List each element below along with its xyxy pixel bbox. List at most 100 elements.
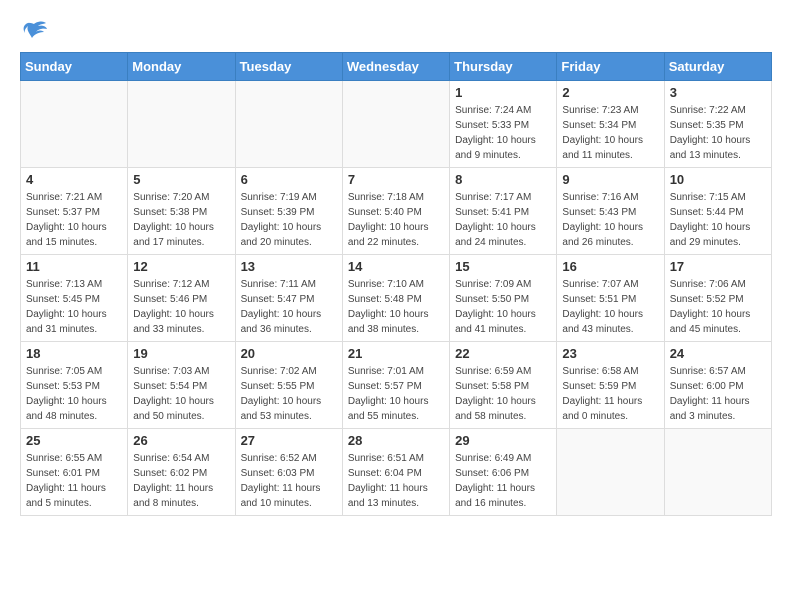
day-number: 27	[241, 433, 337, 448]
day-info: Sunrise: 6:58 AM Sunset: 5:59 PM Dayligh…	[562, 364, 658, 424]
calendar-cell	[128, 81, 235, 168]
day-number: 18	[26, 346, 122, 361]
day-number: 7	[348, 172, 444, 187]
day-number: 2	[562, 85, 658, 100]
calendar-header-sunday: Sunday	[21, 53, 128, 81]
day-info: Sunrise: 7:17 AM Sunset: 5:41 PM Dayligh…	[455, 190, 551, 250]
logo	[20, 20, 52, 42]
day-number: 15	[455, 259, 551, 274]
day-info: Sunrise: 7:03 AM Sunset: 5:54 PM Dayligh…	[133, 364, 229, 424]
day-number: 29	[455, 433, 551, 448]
calendar-cell: 3 Sunrise: 7:22 AM Sunset: 5:35 PM Daylig…	[664, 81, 771, 168]
calendar-week-2: 4Sunrise: 7:21 AM Sunset: 5:37 PM Daylig…	[21, 168, 772, 255]
calendar-header-wednesday: Wednesday	[342, 53, 449, 81]
day-number: 8	[455, 172, 551, 187]
calendar-cell: 25 Sunrise: 6:55 AM Sunset: 6:01 PM Dayli…	[21, 429, 128, 516]
day-number: 14	[348, 259, 444, 274]
calendar-header-monday: Monday	[128, 53, 235, 81]
calendar-header-saturday: Saturday	[664, 53, 771, 81]
day-info: Sunrise: 7:22 AM Sunset: 5:35 PM Dayligh…	[670, 103, 766, 163]
calendar-cell	[21, 81, 128, 168]
calendar-week-5: 25 Sunrise: 6:55 AM Sunset: 6:01 PM Dayli…	[21, 429, 772, 516]
day-info: Sunrise: 6:52 AM Sunset: 6:03 PM Dayligh…	[241, 451, 337, 511]
day-number: 12	[133, 259, 229, 274]
day-info: Sunrise: 6:57 AM Sunset: 6:00 PM Dayligh…	[670, 364, 766, 424]
logo-bird-icon	[20, 20, 48, 42]
day-info: Sunrise: 7:23 AM Sunset: 5:34 PM Dayligh…	[562, 103, 658, 163]
day-number: 19	[133, 346, 229, 361]
calendar-cell: 4Sunrise: 7:21 AM Sunset: 5:37 PM Daylig…	[21, 168, 128, 255]
day-number: 22	[455, 346, 551, 361]
calendar-cell	[342, 81, 449, 168]
calendar-cell: 27 Sunrise: 6:52 AM Sunset: 6:03 PM Dayli…	[235, 429, 342, 516]
calendar-cell: 26 Sunrise: 6:54 AM Sunset: 6:02 PM Dayli…	[128, 429, 235, 516]
header	[20, 20, 772, 42]
calendar-cell	[664, 429, 771, 516]
day-info: Sunrise: 7:09 AM Sunset: 5:50 PM Dayligh…	[455, 277, 551, 337]
calendar-cell: 6 Sunrise: 7:19 AM Sunset: 5:39 PM Daylig…	[235, 168, 342, 255]
day-info: Sunrise: 7:06 AM Sunset: 5:52 PM Dayligh…	[670, 277, 766, 337]
calendar-cell: 11 Sunrise: 7:13 AM Sunset: 5:45 PM Dayli…	[21, 255, 128, 342]
day-number: 4	[26, 172, 122, 187]
day-info: Sunrise: 7:15 AM Sunset: 5:44 PM Dayligh…	[670, 190, 766, 250]
calendar-cell: 16 Sunrise: 7:07 AM Sunset: 5:51 PM Dayli…	[557, 255, 664, 342]
day-number: 26	[133, 433, 229, 448]
calendar-cell: 10 Sunrise: 7:15 AM Sunset: 5:44 PM Dayli…	[664, 168, 771, 255]
day-info: Sunrise: 6:54 AM Sunset: 6:02 PM Dayligh…	[133, 451, 229, 511]
day-info: Sunrise: 7:19 AM Sunset: 5:39 PM Dayligh…	[241, 190, 337, 250]
calendar-cell: 20 Sunrise: 7:02 AM Sunset: 5:55 PM Dayli…	[235, 342, 342, 429]
calendar-week-1: 1Sunrise: 7:24 AM Sunset: 5:33 PM Daylig…	[21, 81, 772, 168]
calendar-week-4: 18 Sunrise: 7:05 AM Sunset: 5:53 PM Dayli…	[21, 342, 772, 429]
calendar-header-row: SundayMondayTuesdayWednesdayThursdayFrid…	[21, 53, 772, 81]
calendar-cell: 14 Sunrise: 7:10 AM Sunset: 5:48 PM Dayli…	[342, 255, 449, 342]
day-info: Sunrise: 7:18 AM Sunset: 5:40 PM Dayligh…	[348, 190, 444, 250]
calendar-table: SundayMondayTuesdayWednesdayThursdayFrid…	[20, 52, 772, 516]
day-number: 25	[26, 433, 122, 448]
day-info: Sunrise: 6:49 AM Sunset: 6:06 PM Dayligh…	[455, 451, 551, 511]
day-info: Sunrise: 7:05 AM Sunset: 5:53 PM Dayligh…	[26, 364, 122, 424]
day-number: 5	[133, 172, 229, 187]
calendar-cell: 22 Sunrise: 6:59 AM Sunset: 5:58 PM Dayli…	[450, 342, 557, 429]
day-number: 17	[670, 259, 766, 274]
calendar-cell: 15 Sunrise: 7:09 AM Sunset: 5:50 PM Dayli…	[450, 255, 557, 342]
day-number: 20	[241, 346, 337, 361]
day-number: 3	[670, 85, 766, 100]
calendar-header-tuesday: Tuesday	[235, 53, 342, 81]
day-info: Sunrise: 7:11 AM Sunset: 5:47 PM Dayligh…	[241, 277, 337, 337]
day-info: Sunrise: 7:10 AM Sunset: 5:48 PM Dayligh…	[348, 277, 444, 337]
day-info: Sunrise: 7:12 AM Sunset: 5:46 PM Dayligh…	[133, 277, 229, 337]
day-number: 16	[562, 259, 658, 274]
day-number: 9	[562, 172, 658, 187]
day-info: Sunrise: 7:02 AM Sunset: 5:55 PM Dayligh…	[241, 364, 337, 424]
calendar-body: 1Sunrise: 7:24 AM Sunset: 5:33 PM Daylig…	[21, 81, 772, 516]
calendar-cell: 24Sunrise: 6:57 AM Sunset: 6:00 PM Dayli…	[664, 342, 771, 429]
day-number: 10	[670, 172, 766, 187]
day-info: Sunrise: 7:20 AM Sunset: 5:38 PM Dayligh…	[133, 190, 229, 250]
day-number: 6	[241, 172, 337, 187]
calendar-cell	[235, 81, 342, 168]
day-number: 11	[26, 259, 122, 274]
calendar-cell: 13 Sunrise: 7:11 AM Sunset: 5:47 PM Dayli…	[235, 255, 342, 342]
calendar-cell: 28Sunrise: 6:51 AM Sunset: 6:04 PM Dayli…	[342, 429, 449, 516]
calendar-cell: 1Sunrise: 7:24 AM Sunset: 5:33 PM Daylig…	[450, 81, 557, 168]
day-info: Sunrise: 7:24 AM Sunset: 5:33 PM Dayligh…	[455, 103, 551, 163]
calendar-header-thursday: Thursday	[450, 53, 557, 81]
calendar-cell: 5 Sunrise: 7:20 AM Sunset: 5:38 PM Daylig…	[128, 168, 235, 255]
calendar-header-friday: Friday	[557, 53, 664, 81]
calendar-cell: 21 Sunrise: 7:01 AM Sunset: 5:57 PM Dayli…	[342, 342, 449, 429]
day-number: 13	[241, 259, 337, 274]
day-info: Sunrise: 6:51 AM Sunset: 6:04 PM Dayligh…	[348, 451, 444, 511]
day-info: Sunrise: 6:59 AM Sunset: 5:58 PM Dayligh…	[455, 364, 551, 424]
day-number: 23	[562, 346, 658, 361]
calendar-cell: 29 Sunrise: 6:49 AM Sunset: 6:06 PM Dayli…	[450, 429, 557, 516]
calendar-cell: 8 Sunrise: 7:17 AM Sunset: 5:41 PM Daylig…	[450, 168, 557, 255]
day-number: 21	[348, 346, 444, 361]
day-info: Sunrise: 7:07 AM Sunset: 5:51 PM Dayligh…	[562, 277, 658, 337]
calendar-cell: 2 Sunrise: 7:23 AM Sunset: 5:34 PM Daylig…	[557, 81, 664, 168]
day-info: Sunrise: 6:55 AM Sunset: 6:01 PM Dayligh…	[26, 451, 122, 511]
calendar-cell: 17 Sunrise: 7:06 AM Sunset: 5:52 PM Dayli…	[664, 255, 771, 342]
calendar-cell: 18 Sunrise: 7:05 AM Sunset: 5:53 PM Dayli…	[21, 342, 128, 429]
day-info: Sunrise: 7:01 AM Sunset: 5:57 PM Dayligh…	[348, 364, 444, 424]
day-info: Sunrise: 7:13 AM Sunset: 5:45 PM Dayligh…	[26, 277, 122, 337]
calendar-cell: 7 Sunrise: 7:18 AM Sunset: 5:40 PM Daylig…	[342, 168, 449, 255]
